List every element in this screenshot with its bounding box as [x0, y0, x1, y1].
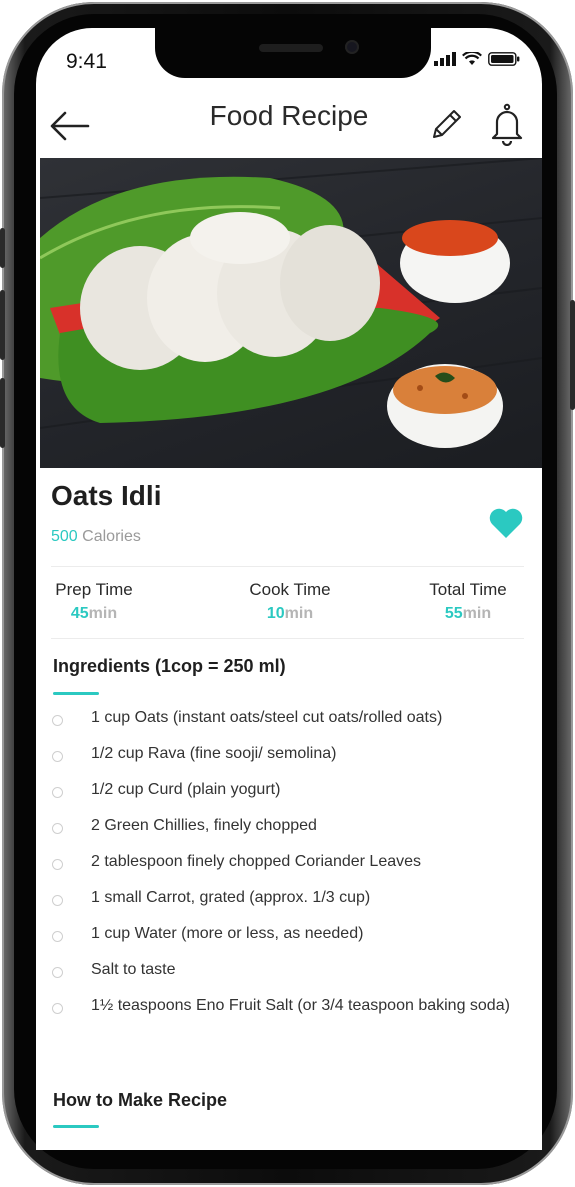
calories-value: 500 [51, 528, 78, 545]
ingredients-title: Ingredients (1cop = 250 ml) [53, 656, 286, 676]
total-time: Total Time 55min [422, 580, 514, 623]
total-time-value: 55min [444, 605, 492, 622]
total-time-label: Total Time [429, 580, 507, 599]
radio-icon[interactable] [52, 751, 63, 762]
radio-icon[interactable] [52, 1003, 63, 1014]
heart-icon[interactable] [488, 506, 524, 540]
section-underline [53, 692, 99, 695]
signal-icon [434, 52, 456, 66]
ingredient-item[interactable]: 1 cup Water (more or less, as needed) [52, 923, 518, 945]
ingredient-text: 1/2 cup Rava (fine sooji/ semolina) [91, 745, 337, 762]
notch [155, 28, 431, 78]
prep-time-value: 45min [70, 605, 118, 622]
notification-bell-icon[interactable] [488, 102, 526, 146]
radio-icon[interactable] [52, 715, 63, 726]
section-underline [53, 1125, 99, 1128]
ingredient-item[interactable]: 1/2 cup Rava (fine sooji/ semolina) [52, 743, 518, 765]
wifi-icon [462, 52, 482, 65]
divider [51, 638, 524, 639]
calories-info: 500 Calories [51, 528, 141, 546]
idli-plate-illustration [40, 158, 542, 448]
radio-icon[interactable] [52, 895, 63, 906]
ingredient-text: 1 cup Oats (instant oats/steel cut oats/… [91, 709, 443, 726]
cook-time: Cook Time 10min [242, 580, 338, 623]
side-button [0, 228, 5, 268]
ingredient-text: 1 small Carrot, grated (approx. 1/3 cup) [91, 889, 371, 906]
speaker-grille [259, 44, 323, 52]
ingredient-item[interactable]: Salt to taste [52, 959, 518, 981]
ingredient-text: 1 cup Water (more or less, as needed) [91, 925, 364, 942]
ingredient-item[interactable]: 1½ teaspoons Eno Fruit Salt (or 3/4 teas… [52, 995, 518, 1017]
side-button [0, 290, 5, 360]
ingredient-text: 2 tablespoon finely chopped Coriander Le… [91, 853, 422, 870]
ingredient-text: 2 Green Chillies, finely chopped [91, 817, 317, 834]
ingredient-text: 1½ teaspoons Eno Fruit Salt (or 3/4 teas… [91, 997, 510, 1014]
ingredient-item[interactable]: 1 small Carrot, grated (approx. 1/3 cup) [52, 887, 518, 909]
edit-pencil-icon[interactable] [428, 104, 464, 144]
screen: 9:41 Food Recipe Oats Idli 500 Calories … [36, 28, 542, 1150]
prep-time: Prep Time 45min [51, 580, 137, 623]
front-camera [345, 40, 359, 54]
radio-icon[interactable] [52, 931, 63, 942]
calories-unit: Calories [82, 528, 141, 545]
ingredient-text: Salt to taste [91, 961, 176, 978]
how-to-title: How to Make Recipe [53, 1090, 228, 1110]
radio-icon[interactable] [52, 787, 63, 798]
recipe-name: Oats Idli [51, 480, 162, 511]
divider [51, 566, 524, 567]
cook-time-label: Cook Time [249, 580, 331, 599]
ingredient-text: 1/2 cup Curd (plain yogurt) [91, 781, 281, 798]
ingredient-item[interactable]: 2 tablespoon finely chopped Coriander Le… [52, 851, 518, 873]
battery-icon [488, 52, 520, 66]
radio-icon[interactable] [52, 859, 63, 870]
radio-icon[interactable] [52, 967, 63, 978]
ingredient-item[interactable]: 1 cup Oats (instant oats/steel cut oats/… [52, 707, 518, 729]
side-button [0, 378, 5, 448]
ingredient-item[interactable]: 1/2 cup Curd (plain yogurt) [52, 779, 518, 801]
status-time: 9:41 [66, 50, 107, 73]
radio-icon[interactable] [52, 823, 63, 834]
cook-time-value: 10min [266, 605, 314, 622]
prep-time-label: Prep Time [55, 580, 133, 599]
ingredient-item[interactable]: 2 Green Chillies, finely chopped [52, 815, 518, 837]
side-button [570, 300, 575, 410]
page-title: Food Recipe [209, 100, 369, 131]
recipe-hero-image [40, 158, 542, 468]
status-icons [434, 52, 520, 66]
